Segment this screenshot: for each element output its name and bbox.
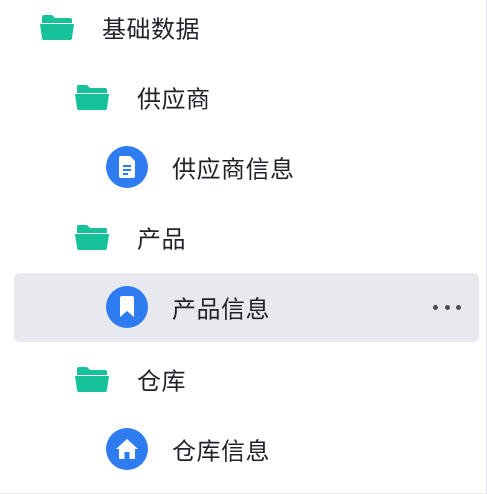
tree-node-root[interactable]: 基础数据 [0, 0, 487, 62]
folder-icon [40, 14, 74, 40]
tree-node-supplier-info[interactable]: 供应商信息 [0, 132, 487, 202]
tree-node-label: 产品信息 [172, 295, 270, 324]
tree-node-supplier[interactable]: 供应商 [0, 62, 487, 132]
tree-node-label: 供应商信息 [172, 155, 295, 184]
home-icon [106, 428, 148, 470]
bookmark-icon [106, 286, 148, 328]
folder-icon [75, 224, 109, 250]
tree-node-label: 产品 [137, 225, 186, 254]
tree-node-product-info[interactable]: 产品信息 [0, 272, 487, 342]
folder-icon [75, 366, 109, 392]
tree-node-label: 仓库信息 [172, 437, 270, 466]
tree-view: 基础数据 供应商 供应商信息 产品 产品信息 仓库 仓库信息 [0, 0, 487, 494]
document-icon [106, 146, 148, 188]
tree-node-label: 供应商 [137, 85, 211, 114]
tree-node-label: 仓库 [137, 367, 186, 396]
folder-icon [75, 84, 109, 110]
tree-node-product[interactable]: 产品 [0, 202, 487, 272]
more-options-icon[interactable] [433, 303, 461, 311]
tree-node-warehouse-info[interactable]: 仓库信息 [0, 414, 487, 484]
tree-node-warehouse[interactable]: 仓库 [0, 344, 487, 414]
tree-node-label: 基础数据 [102, 15, 200, 44]
